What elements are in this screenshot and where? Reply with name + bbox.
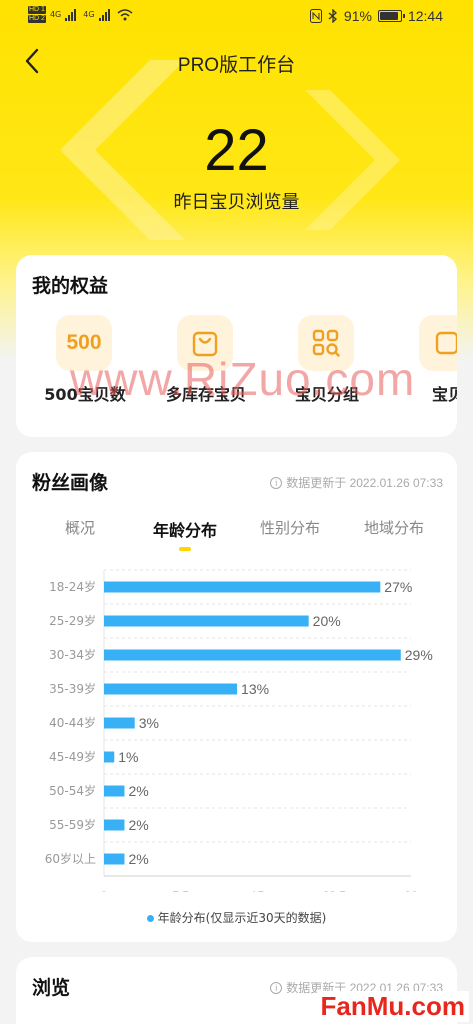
clock: 12:44 (407, 8, 443, 24)
data-label: 2% (128, 783, 148, 799)
legend-dot (146, 915, 154, 922)
bar (104, 717, 135, 729)
sim1-label: HD 1 (28, 6, 46, 14)
status-right: 91% 12:44 (309, 8, 443, 24)
data-label: 27% (384, 579, 412, 595)
bar (104, 649, 401, 661)
tab-overview[interactable]: 概况 (30, 517, 130, 538)
x-tick-label: 7.5 (172, 889, 189, 892)
age-bar-chart: 18-24岁 27% 25-29岁 20% 30-34岁 29% 35-39岁 13% 40-4… (45, 569, 433, 892)
network-label: 4G (49, 10, 62, 19)
views-metric-value: 22 (204, 118, 269, 183)
rights-card: 我的权益 500 500宝贝数 多库存宝贝 宝贝分组 宝贝 (16, 255, 457, 437)
fans-update-time: i 数据更新于 2022.01.26 07:33 (270, 474, 443, 491)
bar (104, 615, 309, 627)
battery-percent: 91% (343, 8, 372, 24)
partial-icon (419, 315, 457, 371)
y-tick-label: 50-54岁 (49, 783, 96, 798)
data-label: 3% (139, 715, 159, 731)
watermark-center: www.RiZuo.com (70, 353, 416, 405)
y-tick-label: 25-29岁 (49, 613, 96, 628)
data-label: 1% (118, 749, 138, 765)
y-tick-label: 35-39岁 (49, 681, 96, 696)
active-tab-indicator (179, 547, 191, 551)
bar (104, 751, 115, 763)
info-icon: i (270, 476, 283, 489)
sim2-label: HD 2 (28, 15, 46, 23)
status-left: HD 1 HD 2 4G 4G (28, 6, 133, 23)
bluetooth-icon (328, 9, 337, 23)
y-tick-label: 45-49岁 (49, 749, 96, 764)
sim-indicators: HD 1 HD 2 (28, 6, 46, 23)
y-tick-label: 30-34岁 (49, 647, 96, 662)
page-title: PRO版工作台 (177, 55, 296, 76)
views-metric-label: 昨日宝贝浏览量 (173, 192, 300, 213)
fans-update-text: 数据更新于 2022.01.26 07:33 (286, 476, 443, 490)
signal-icon (65, 8, 77, 21)
status-bar: HD 1 HD 2 4G 4G 91% 12:44 (0, 0, 473, 34)
bar (104, 581, 381, 593)
fan-profile-card: 粉丝画像 i 数据更新于 2022.01.26 07:33 概况 年龄分布 性别… (16, 452, 457, 942)
tab-age[interactable]: 年龄分布 (135, 517, 235, 541)
x-tick-label: 0 (101, 889, 108, 892)
wifi-icon (117, 8, 133, 20)
browse-title: 浏览 (32, 977, 71, 999)
chart-legend: 年龄分布(仅显示近30天的数据) (16, 909, 457, 926)
y-tick-label: 60岁以上 (45, 851, 96, 866)
y-tick-label: 18-24岁 (49, 579, 96, 594)
battery-fill (379, 12, 399, 20)
bar (104, 819, 125, 831)
x-tick-label: 15 (251, 889, 265, 892)
watermark-corner: FanMu.com (316, 991, 469, 1022)
bar (104, 853, 125, 865)
bar (104, 785, 125, 797)
tab-gender[interactable]: 性别分布 (240, 517, 340, 538)
fans-tabs: 概况 年龄分布 性别分布 地域分布 (16, 517, 457, 557)
signal-icon-2 (98, 8, 110, 21)
network-label-2: 4G (83, 10, 95, 19)
fans-title: 粉丝画像 (32, 472, 109, 494)
y-tick-label: 55-59岁 (49, 817, 96, 832)
battery-icon (377, 10, 405, 22)
nfc-icon (309, 9, 322, 23)
tab-region[interactable]: 地域分布 (344, 517, 444, 538)
y-tick-label: 40-44岁 (49, 715, 96, 730)
data-label: 2% (128, 851, 148, 867)
data-label: 2% (128, 817, 148, 833)
x-tick-label: 22.5 (323, 889, 347, 892)
data-label: 29% (405, 647, 433, 663)
legend-text: 年龄分布(仅显示近30天的数据) (157, 911, 327, 925)
data-label: 13% (241, 681, 269, 697)
info-icon: i (270, 981, 283, 994)
rights-title: 我的权益 (32, 275, 109, 297)
data-label: 20% (313, 613, 341, 629)
bar (104, 683, 238, 695)
x-tick-label: 30 (404, 889, 418, 892)
